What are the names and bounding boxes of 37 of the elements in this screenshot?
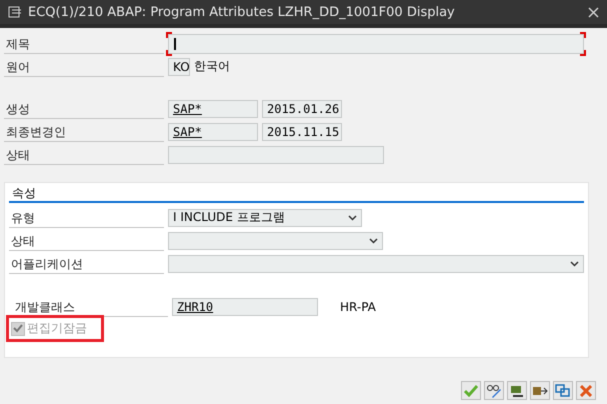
window-menu-icon	[8, 6, 22, 18]
field-label: 상태	[4, 144, 164, 164]
windows-icon	[555, 384, 571, 398]
close-icon	[580, 384, 592, 396]
field-label: 유형	[9, 208, 164, 228]
checkmark-icon	[13, 324, 23, 333]
user-field[interactable]: SAP*	[168, 100, 258, 118]
display-change-button[interactable]	[484, 381, 504, 400]
date-field: 2015.01.26	[262, 100, 342, 118]
field-label: 최종변경인	[4, 122, 164, 142]
field-label: 개발클래스	[13, 296, 168, 316]
glasses-pencil-icon	[486, 384, 502, 398]
field-label: 어플리케이션	[9, 254, 164, 274]
window-title: ECQ(1)/210 ABAP: Program Attributes LZHR_DD_1001F00 Display	[28, 4, 456, 20]
field-label: 제목	[4, 34, 164, 54]
chevron-down-icon	[348, 214, 357, 220]
language-name: 한국어	[194, 58, 230, 75]
date-field: 2015.11.15	[262, 122, 342, 140]
checkmark-icon	[464, 384, 478, 396]
cancel-button[interactable]	[576, 381, 596, 400]
chevron-down-icon	[369, 238, 378, 244]
package-field[interactable]: ZHR10	[172, 298, 318, 316]
field-label: 원어	[4, 56, 164, 76]
stack-icon	[509, 384, 525, 398]
chevron-down-icon	[570, 260, 579, 266]
user-field[interactable]: SAP*	[168, 122, 258, 140]
field-label: 생성	[4, 98, 164, 118]
title-input-field[interactable]	[168, 34, 584, 54]
package-description: HR-PA	[340, 300, 376, 314]
transfer-button[interactable]	[530, 381, 550, 400]
language-field[interactable]: KO	[168, 58, 190, 76]
dropdown[interactable]: I INCLUDE 프로그램	[168, 208, 362, 226]
windows-button[interactable]	[553, 381, 573, 400]
where-used-button[interactable]	[507, 381, 527, 400]
close-icon[interactable]	[588, 6, 599, 18]
section-title: 속성	[9, 185, 584, 203]
field-label: 상태	[9, 230, 164, 250]
